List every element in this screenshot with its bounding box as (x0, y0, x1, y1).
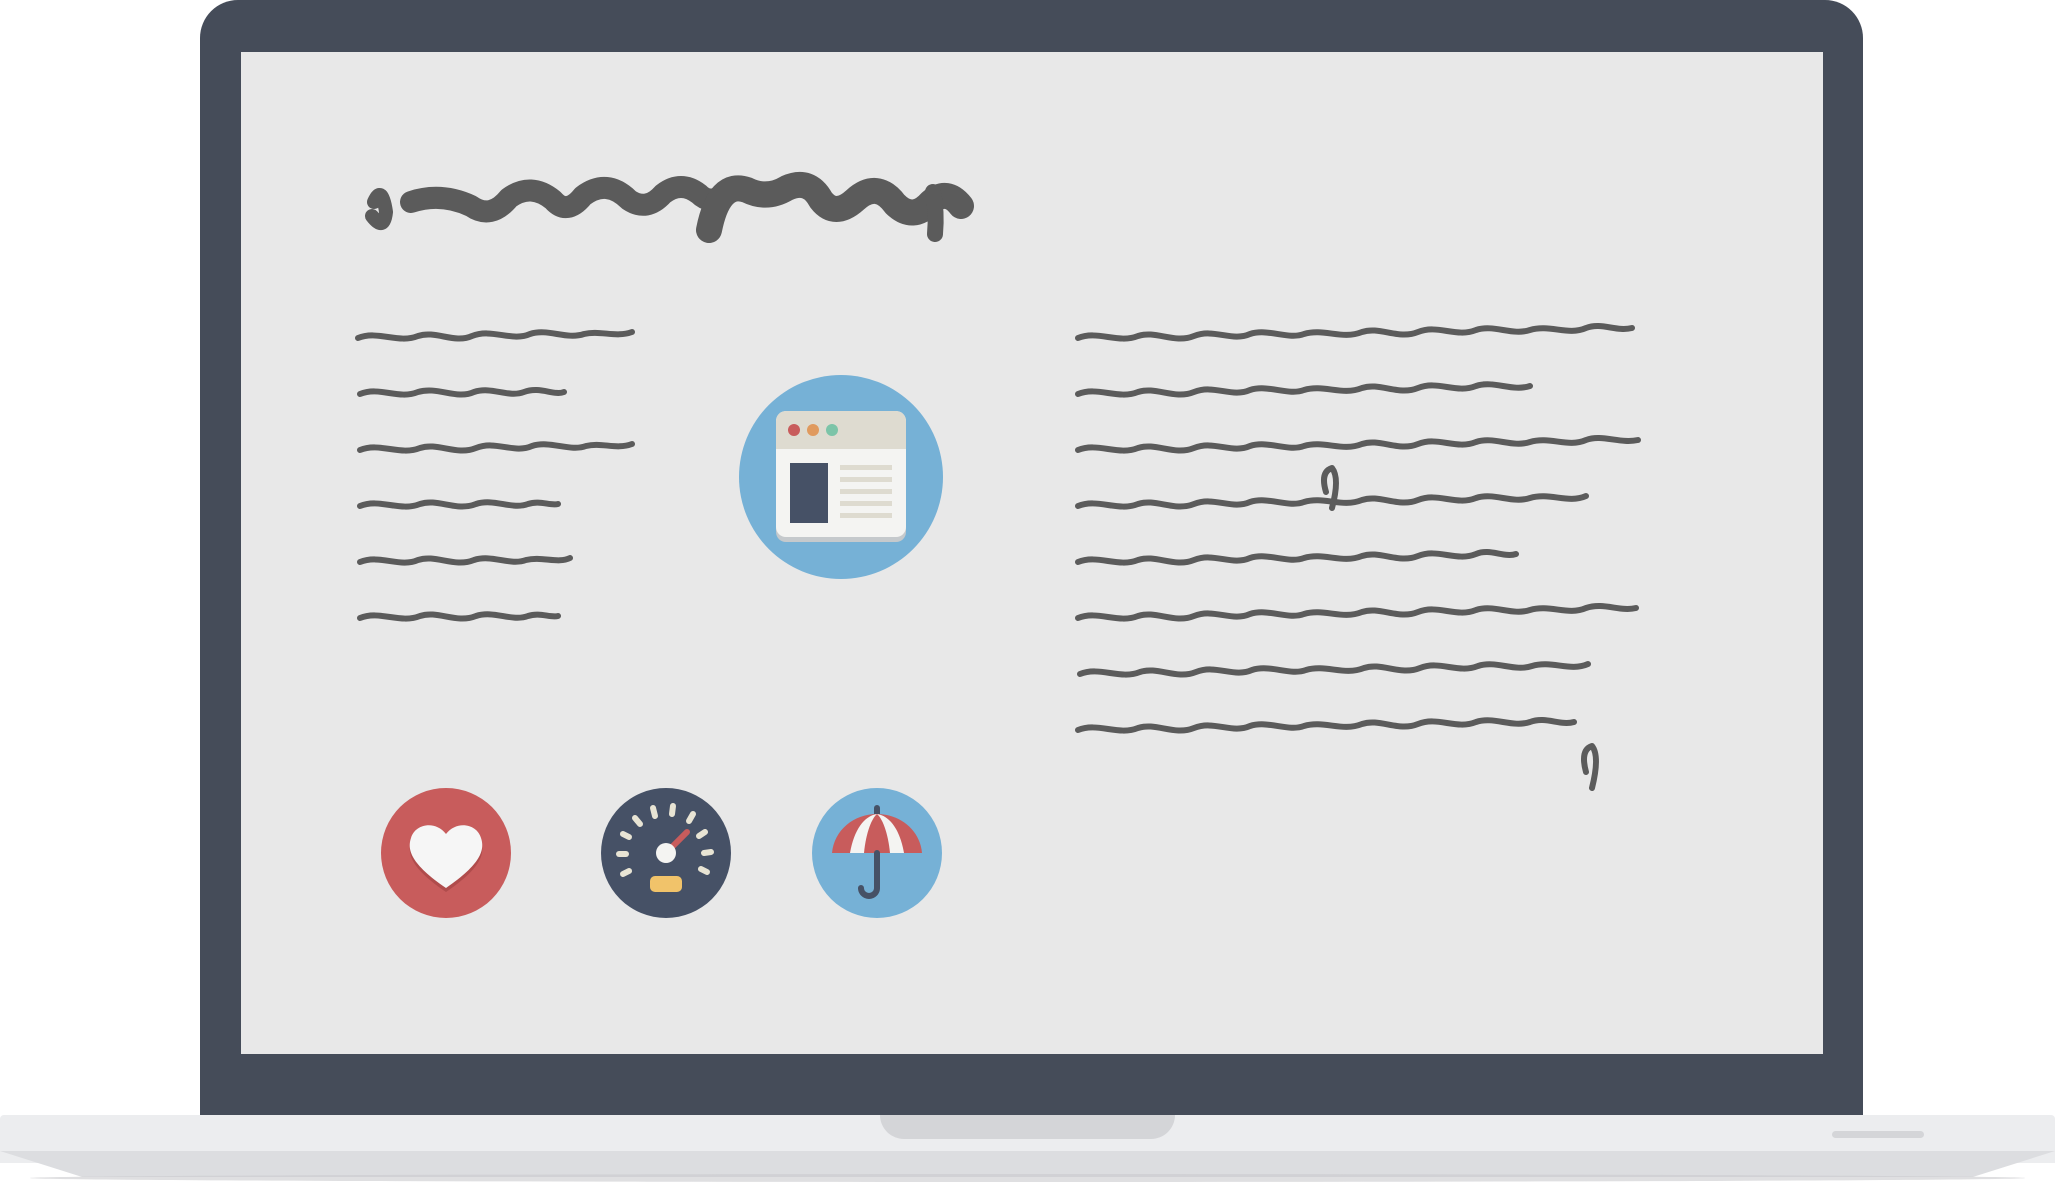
laptop-vent (1832, 1131, 1924, 1138)
speedometer-icon (601, 788, 731, 918)
right-column-scribble (1075, 323, 1641, 791)
laptop-bezel (200, 0, 1863, 1130)
browser-window-icon (739, 375, 943, 579)
left-column-scribble (355, 329, 635, 622)
heart-icon (381, 788, 511, 918)
heading-scribble (365, 172, 974, 243)
laptop-illustration (0, 0, 2055, 1184)
laptop-opening-notch (880, 1115, 1175, 1139)
laptop-screen (241, 52, 1823, 1054)
umbrella-icon (812, 788, 942, 918)
laptop-shadow (30, 1174, 2025, 1182)
